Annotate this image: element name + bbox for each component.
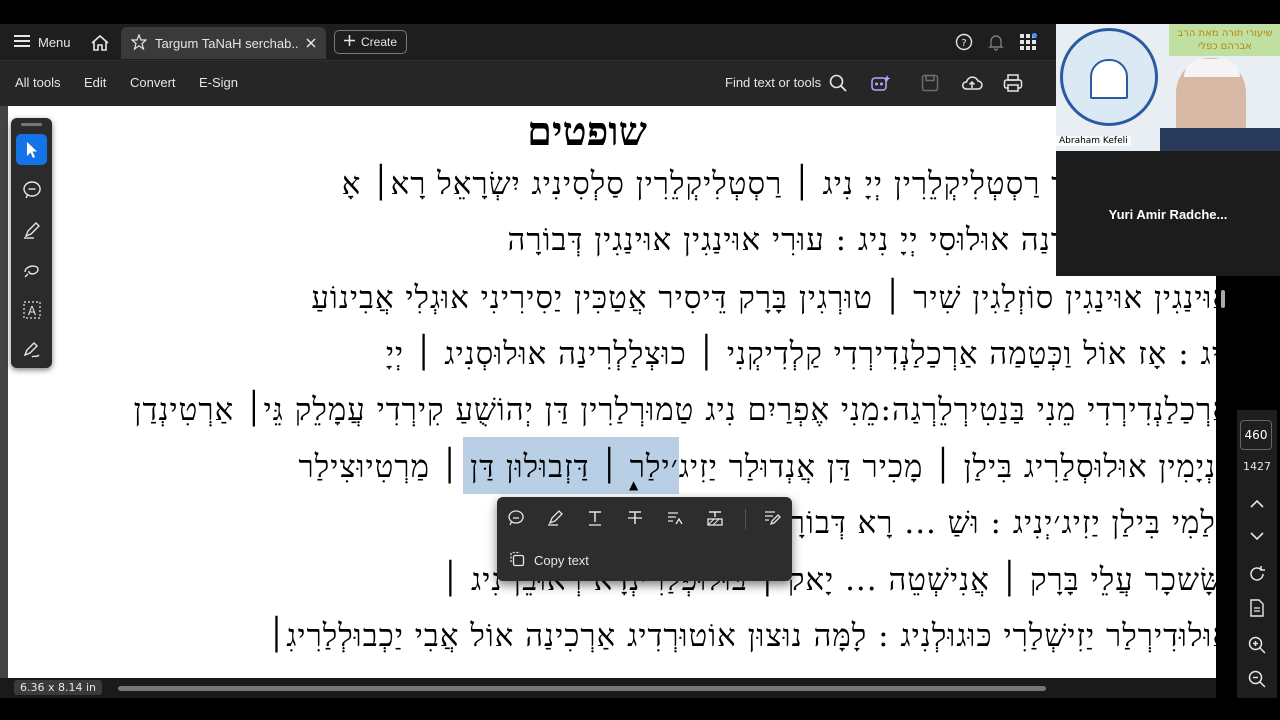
bottom-strip [0, 698, 1280, 720]
replace-text-icon[interactable] [662, 505, 688, 531]
help-icon[interactable]: ? [955, 33, 973, 51]
edit-button[interactable]: Edit [84, 75, 106, 90]
create-button[interactable]: Create [334, 30, 408, 54]
save-icon[interactable] [918, 72, 942, 94]
drag-handle[interactable] [21, 123, 42, 126]
quick-tools-panel: A [11, 118, 52, 368]
participant-name-2: Yuri Amir Radche... [1108, 207, 1228, 222]
svg-text:?: ? [961, 38, 966, 49]
convert-button[interactable]: Convert [130, 75, 176, 90]
all-tools-button[interactable]: All tools [15, 75, 61, 90]
speaker-shirt [1160, 128, 1280, 151]
text-line-5: אֲרְכַלַנְדִירְדִי מֵנִי בַּנַטִירְלֵרְג… [133, 392, 1232, 428]
tab-title: Targum TaNaH serchab... [155, 35, 298, 51]
video-tile-speaker[interactable]: שיעורי תורה מאת הרב אברהם כפלי Abraham K… [1056, 24, 1280, 151]
ai-assistant-icon[interactable] [869, 72, 893, 94]
page-thumbnail-icon[interactable] [1245, 596, 1269, 620]
main-toolbar: All tools Edit Convert E-Sign Find text … [0, 61, 1056, 106]
page-dimensions: 6.36 x 8.14 in [14, 680, 103, 695]
rotate-icon[interactable] [1245, 562, 1269, 586]
create-label: Create [361, 35, 398, 49]
find-text-button[interactable]: Find text or tools [725, 75, 821, 90]
home-icon[interactable] [90, 32, 112, 54]
menu-label: Menu [38, 35, 71, 50]
text-line-6: בִּנְיָמִין אוּלוּסְלַרִיג בִּילַן ׀ מָכ… [298, 449, 1232, 485]
banner-text: שיעורי תורה מאת הרב אברהם כפלי [1177, 28, 1273, 52]
top-strip [0, 0, 1280, 24]
chevron-up-icon[interactable] [1245, 492, 1269, 516]
highlight-pen-icon[interactable] [16, 214, 47, 245]
page-heading: שופטים [527, 108, 647, 155]
copy-text-button[interactable]: Copy text [509, 551, 589, 570]
copy-text-label: Copy text [534, 553, 589, 568]
text-line-4: נִיג : אָז אוֹל וַכְּטַמַה אַרְכַלַנְדִי… [385, 336, 1232, 372]
text-line-9: אוּלוּדִירְלַר יַזִישְׁלַרִי כּוּגוּלְנִ… [267, 618, 1232, 654]
document-tab[interactable]: Targum TaNaH serchab... [121, 27, 326, 59]
select-tool-icon[interactable] [16, 134, 47, 165]
chevron-down-icon[interactable] [1245, 524, 1269, 548]
strikethrough-text-icon[interactable] [622, 505, 648, 531]
plus-icon [344, 35, 355, 49]
print-icon[interactable] [1001, 72, 1025, 94]
tab-bar: Menu Targum TaNaH serchab... Create ? [0, 24, 1056, 61]
status-bar: 6.36 x 8.14 in [0, 678, 1216, 698]
apps-grid-icon[interactable] [1019, 33, 1037, 51]
add-comment-icon[interactable] [503, 505, 529, 531]
close-icon[interactable] [306, 36, 316, 51]
page-navigation-panel: 460 1427 [1237, 410, 1277, 700]
freehand-draw-icon[interactable] [16, 254, 47, 285]
highlight-text-icon[interactable] [543, 505, 569, 531]
svg-text:A: A [27, 304, 36, 318]
selection-context-toolbar: Copy text [497, 497, 792, 581]
comment-tool-icon[interactable] [16, 174, 47, 205]
search-icon[interactable] [826, 72, 850, 94]
divider [745, 509, 746, 529]
vertical-scrollbar[interactable] [1221, 290, 1225, 308]
logo-seal [1060, 28, 1158, 126]
hamburger-icon [14, 34, 30, 51]
text-line-3: אוּינַגִין אוּינַגִין סוֹזְלַגִין שִׁיר … [311, 280, 1232, 316]
zoom-in-icon[interactable] [1245, 633, 1269, 657]
esign-button[interactable]: E-Sign [199, 75, 238, 90]
kippah [1184, 59, 1240, 77]
video-tile-participant[interactable]: Yuri Amir Radche... [1056, 151, 1280, 276]
current-page-number[interactable]: 460 [1240, 420, 1272, 450]
edit-text-icon[interactable] [759, 505, 785, 531]
mouse-cursor-icon: ▲ [629, 478, 639, 492]
bell-icon[interactable] [987, 33, 1005, 51]
underline-text-icon[interactable] [582, 505, 608, 531]
total-page-count: 1427 [1243, 460, 1271, 473]
copy-icon [509, 551, 525, 570]
participant-name-1: Abraham Kefeli [1056, 136, 1131, 146]
sign-tool-icon[interactable] [16, 334, 47, 365]
horizontal-scrollbar[interactable] [118, 686, 1046, 691]
zoom-out-icon[interactable] [1245, 667, 1269, 691]
menu-button[interactable]: Menu [14, 24, 71, 61]
text-recognition-icon[interactable]: A [16, 294, 47, 325]
cloud-upload-icon[interactable] [960, 72, 984, 94]
star-icon[interactable] [130, 32, 148, 53]
redact-text-icon[interactable] [702, 505, 728, 531]
